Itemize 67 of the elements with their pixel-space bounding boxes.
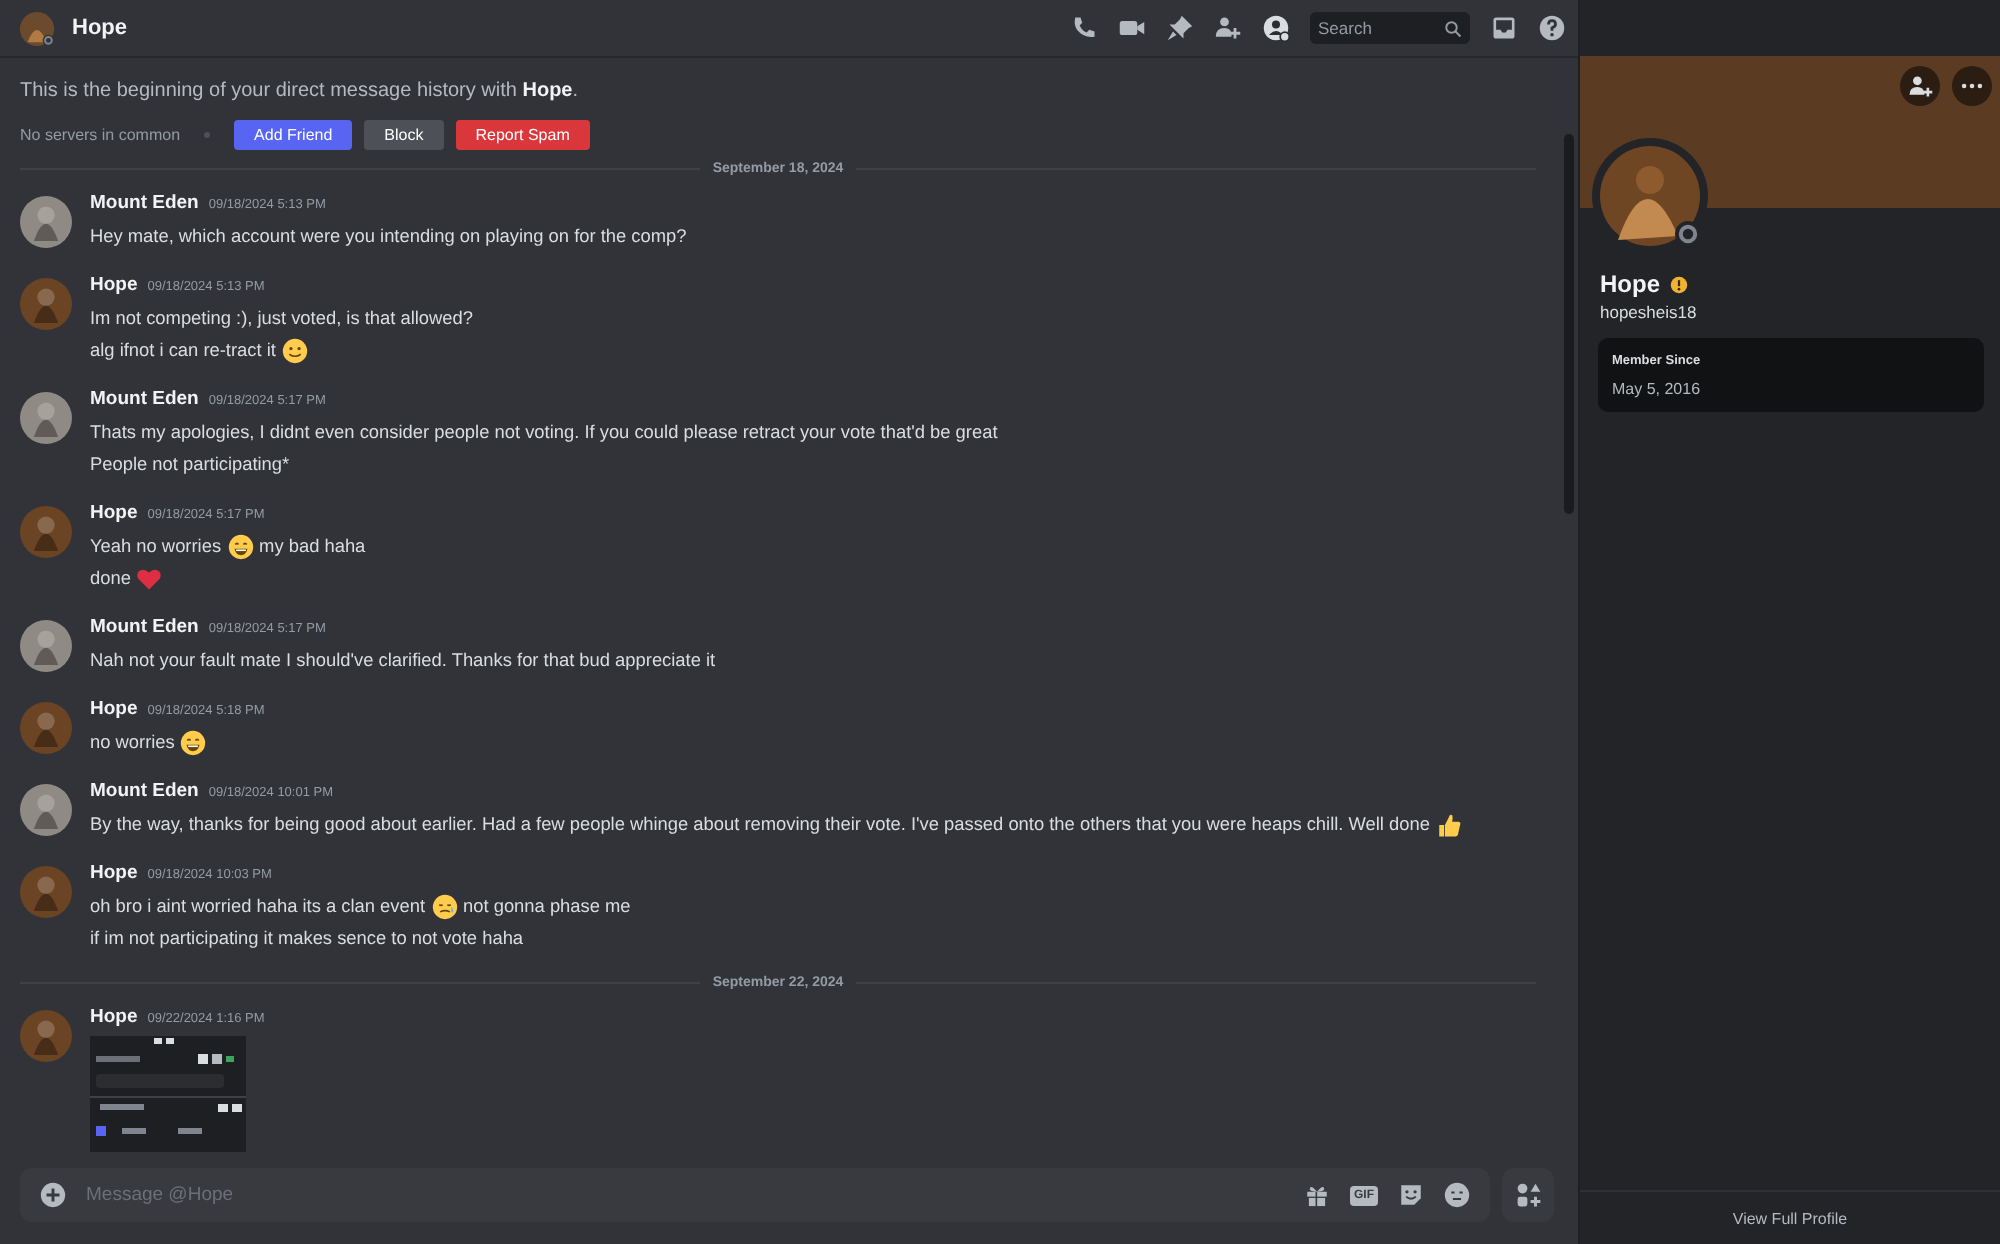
search-icon: [1444, 19, 1462, 37]
profile-username: hopesheis18: [1598, 302, 1699, 322]
message-text: no worries: [90, 732, 175, 752]
message-text: Thats my apologies, I didnt even consider people not voting. If you could please retract your vote that'd be great: [90, 422, 998, 442]
chat-title: Hope: [72, 16, 127, 40]
message-text: done: [90, 568, 131, 588]
avatar[interactable]: [20, 506, 72, 558]
gift-icon[interactable]: [1304, 1182, 1330, 1208]
author-name[interactable]: Mount Eden: [90, 616, 199, 638]
grinning-face-emoji: [180, 729, 207, 755]
message-text: Yeah no worries: [90, 536, 222, 556]
add-friend-icon[interactable]: [1214, 14, 1242, 42]
avatar: [18, 9, 56, 47]
avatar[interactable]: [20, 392, 72, 444]
member-since-date: May 5, 2016: [1612, 380, 1703, 398]
author-name[interactable]: Mount Eden: [90, 388, 199, 410]
user-profile-icon[interactable]: [1262, 14, 1290, 42]
apps-button[interactable]: [1502, 1168, 1554, 1222]
avatar[interactable]: [20, 278, 72, 330]
more-button[interactable]: [1952, 66, 1992, 106]
avatar[interactable]: [20, 620, 72, 672]
action-button[interactable]: Add Friend: [234, 120, 353, 150]
avatar[interactable]: [20, 196, 72, 248]
add-friend-button[interactable]: [1900, 66, 1940, 106]
author-name[interactable]: Mount Eden: [90, 780, 199, 802]
sticker-icon[interactable]: [1398, 1182, 1424, 1208]
message-text: Hey mate, which account were you intending on playing on for the comp?: [90, 226, 687, 246]
author-name[interactable]: Mount Eden: [90, 192, 199, 214]
profile-name: Hope: [1600, 270, 1660, 298]
author-name[interactable]: Hope: [90, 698, 138, 720]
help-icon[interactable]: [1538, 14, 1566, 42]
avatar[interactable]: [20, 1010, 72, 1062]
intro-text: This is the beginning of your direct message history with Hope.: [20, 80, 581, 102]
heart-emoji: [136, 565, 163, 591]
pin-icon[interactable]: [1166, 14, 1194, 42]
action-button[interactable]: Report Spam: [455, 120, 590, 150]
mutual-servers-text: No servers in common: [20, 126, 181, 144]
add-friend-icon: [1906, 72, 1934, 100]
author-name[interactable]: Hope: [90, 862, 138, 884]
phone-icon[interactable]: [1070, 14, 1098, 42]
thumbs-up-emoji: [1435, 811, 1462, 837]
view-full-profile-link[interactable]: View Full Profile: [1732, 1209, 1848, 1227]
author-name[interactable]: Hope: [90, 502, 138, 524]
message-text: Im not competing :), just voted, is that allowed?: [90, 308, 474, 328]
message-text: oh bro i aint worried haha its a clan event: [90, 896, 426, 916]
grinning-face-emoji: [227, 533, 254, 559]
face-with-tear-emoji: [431, 893, 458, 919]
message-text: if im not participating it makes sence to not vote haha: [90, 928, 524, 948]
avatar[interactable]: [20, 702, 72, 754]
message-text: By the way, thanks for being good about earlier. Had a few people whinge about removing their vote. I've passed onto the others that you were heaps chill. Well done: [90, 814, 1430, 834]
message-text: Nah not your fault mate I should've clarified. Thanks for that bud appreciate it: [90, 650, 716, 670]
message-text: my bad haha: [259, 536, 366, 556]
avatar[interactable]: [20, 784, 72, 836]
message-text: People not participating*: [90, 454, 290, 474]
plus-icon[interactable]: [40, 1182, 66, 1208]
avatar[interactable]: [20, 866, 72, 918]
emoji-icon[interactable]: [1444, 1182, 1470, 1208]
message-text: not gonna phase me: [463, 896, 631, 916]
inbox-icon[interactable]: [1490, 14, 1518, 42]
smiling-face-emoji: [281, 337, 308, 363]
message-text: alg ifnot i can re-tract it: [90, 340, 276, 360]
search-field[interactable]: Search: [1310, 12, 1470, 44]
warning-badge-icon: [1670, 275, 1688, 293]
apps-icon: [1515, 1182, 1541, 1208]
action-button[interactable]: Block: [364, 120, 444, 150]
author-name[interactable]: Hope: [90, 1006, 138, 1028]
author-name[interactable]: Hope: [90, 274, 138, 296]
